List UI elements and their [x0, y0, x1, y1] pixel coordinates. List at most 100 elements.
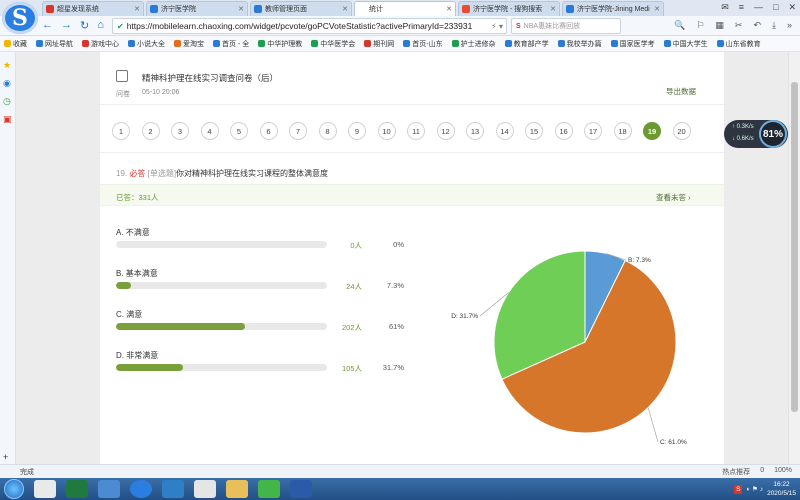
- sogou-browser-icon[interactable]: [130, 480, 152, 498]
- undo-icon[interactable]: ↶: [753, 20, 761, 31]
- bookmark-item[interactable]: 中华医学会: [311, 39, 355, 49]
- star-icon[interactable]: ★: [3, 60, 11, 71]
- menu-icon[interactable]: ≡: [739, 2, 744, 13]
- bookmark-item[interactable]: 网址导航: [36, 39, 73, 49]
- bookmark-item[interactable]: 中国大学生: [663, 39, 708, 49]
- bookmark-item[interactable]: 爱淘宝: [174, 39, 204, 49]
- forward-arrow-icon[interactable]: →: [61, 19, 72, 32]
- question-number-button[interactable]: 12: [436, 122, 455, 140]
- question-number-button[interactable]: 18: [613, 122, 632, 140]
- browser-tab[interactable]: 济宁医学院 - 搜狗搜索 ✕: [458, 1, 560, 16]
- browser-tab[interactable]: 超星发现系统 ✕: [42, 1, 144, 16]
- bookmark-item[interactable]: 中华护理教: [258, 39, 302, 49]
- bookmark-item[interactable]: 小说大全: [128, 39, 165, 49]
- folder-icon[interactable]: [226, 480, 248, 498]
- question-number-button[interactable]: 2: [141, 122, 160, 140]
- question-number-button[interactable]: 10: [377, 122, 396, 140]
- browser-logo[interactable]: S: [2, 2, 38, 34]
- tab-close-icon[interactable]: ✕: [550, 5, 556, 13]
- question-number-button[interactable]: 15: [525, 122, 543, 140]
- tab-close-icon[interactable]: ✕: [446, 5, 452, 13]
- skin-icon[interactable]: ✉: [721, 2, 729, 13]
- tab-close-icon[interactable]: ✕: [238, 5, 244, 13]
- wechat-icon[interactable]: [258, 480, 280, 498]
- browser-tab[interactable]: 教师管理页面 ✕: [250, 1, 352, 16]
- bookmark-item[interactable]: 山东省教育: [716, 39, 761, 49]
- url-text: https://mobilelearn.chaoxing.com/widget/…: [126, 21, 473, 31]
- bookmark-item[interactable]: 游戏中心: [82, 39, 119, 49]
- question-number-button[interactable]: 14: [495, 122, 514, 140]
- browser-tab[interactable]: 济宁医学院-Jining Medi ✕: [562, 1, 664, 16]
- add-icon[interactable]: +: [3, 452, 8, 462]
- question-number-button[interactable]: 7: [289, 122, 307, 140]
- bookmark-item[interactable]: 收藏: [4, 39, 27, 49]
- address-bar[interactable]: ✔ https://mobilelearn.chaoxing.com/widge…: [112, 18, 507, 34]
- globe-icon[interactable]: ◉: [3, 78, 11, 89]
- disk-icon[interactable]: [194, 480, 216, 498]
- weibo-icon[interactable]: ▣: [3, 114, 12, 125]
- bookmark-item[interactable]: 护士进修杂: [451, 39, 496, 49]
- system-clock[interactable]: 16:22 2020/5/15: [767, 480, 796, 498]
- option-count[interactable]: 24人: [332, 281, 362, 292]
- option-count[interactable]: 202人: [332, 322, 362, 333]
- maximize-button[interactable]: □: [773, 2, 778, 13]
- back-arrow-icon[interactable]: ←: [42, 19, 53, 32]
- browser-tab[interactable]: 统计 ✕: [354, 1, 456, 16]
- tray-sogou-icon[interactable]: S: [734, 484, 743, 494]
- start-button[interactable]: [4, 479, 24, 499]
- question-number-button[interactable]: 9: [348, 122, 366, 140]
- bookmark-item[interactable]: 国家医学考: [610, 39, 655, 49]
- tab-close-icon[interactable]: ✕: [654, 5, 660, 13]
- export-data-link[interactable]: 导出数据: [666, 86, 696, 97]
- tab-close-icon[interactable]: ✕: [342, 5, 348, 13]
- question-number-button[interactable]: 6: [259, 122, 278, 140]
- clock-icon[interactable]: ◷: [3, 96, 11, 107]
- download-icon[interactable]: ⤓: [772, 20, 776, 31]
- gamepad-icon[interactable]: ⚐: [696, 20, 704, 31]
- media-player-icon[interactable]: [162, 480, 184, 498]
- question-number-button[interactable]: 1: [112, 122, 130, 140]
- view-unanswered-link[interactable]: 查看未答 ›: [656, 192, 691, 203]
- tray-icons[interactable]: ◐ ⚑ ♪: [746, 485, 763, 493]
- bookmark-item[interactable]: 教育部产学: [504, 39, 549, 49]
- option-count[interactable]: 0人: [332, 240, 362, 251]
- status-item[interactable]: 100%: [774, 467, 792, 477]
- status-item[interactable]: 热点推荐: [722, 467, 750, 477]
- search-input[interactable]: S NBA惠妹比赛回放: [511, 18, 621, 34]
- question-number-button[interactable]: 5: [230, 122, 248, 140]
- bookmark-item[interactable]: 首页 - 全: [213, 39, 249, 49]
- network-speed-widget[interactable]: ↑ 0.3K/s ↓ 0.6K/s 81%: [724, 120, 788, 148]
- status-item[interactable]: 0: [760, 467, 764, 477]
- home-icon[interactable]: ⌂: [97, 19, 104, 32]
- excel-icon[interactable]: [66, 480, 88, 498]
- question-number-button[interactable]: 20: [672, 122, 691, 140]
- bookmark-item[interactable]: 首页-山东: [403, 39, 443, 49]
- question-number-button[interactable]: 8: [318, 122, 337, 140]
- cut-icon[interactable]: ✂: [735, 20, 743, 31]
- close-window-button[interactable]: ✕: [788, 2, 796, 13]
- word-icon[interactable]: [290, 480, 312, 498]
- question-number-button[interactable]: 3: [171, 122, 189, 140]
- question-number-button[interactable]: 4: [200, 122, 219, 140]
- explorer-icon[interactable]: [34, 480, 56, 498]
- more-icon[interactable]: »: [787, 20, 792, 31]
- bookmark-item[interactable]: 期刊网: [364, 39, 394, 49]
- question-number-button[interactable]: 19: [643, 122, 661, 140]
- browser-tab[interactable]: 济宁医学院 ✕: [146, 1, 248, 16]
- minimize-button[interactable]: —: [754, 2, 763, 13]
- grid-icon[interactable]: ▦: [715, 20, 724, 31]
- vertical-scrollbar[interactable]: [788, 52, 800, 464]
- question-number-button[interactable]: 11: [407, 122, 425, 140]
- option-label: B. 基本满意: [116, 269, 158, 278]
- network-app-icon[interactable]: [98, 480, 120, 498]
- question-number-button[interactable]: 17: [584, 122, 602, 140]
- search-icon[interactable]: 🔍: [674, 20, 685, 31]
- tab-close-icon[interactable]: ✕: [134, 5, 140, 13]
- option-count[interactable]: 105人: [332, 363, 362, 374]
- bookmark-item[interactable]: 我校举办篇: [557, 39, 602, 49]
- question-number-button[interactable]: 13: [466, 122, 484, 140]
- question-number-button[interactable]: 16: [554, 122, 573, 140]
- scrollbar-thumb[interactable]: [791, 82, 798, 412]
- lightning-icon[interactable]: ⚡ ▾: [491, 22, 503, 31]
- refresh-icon[interactable]: ↻: [80, 19, 89, 32]
